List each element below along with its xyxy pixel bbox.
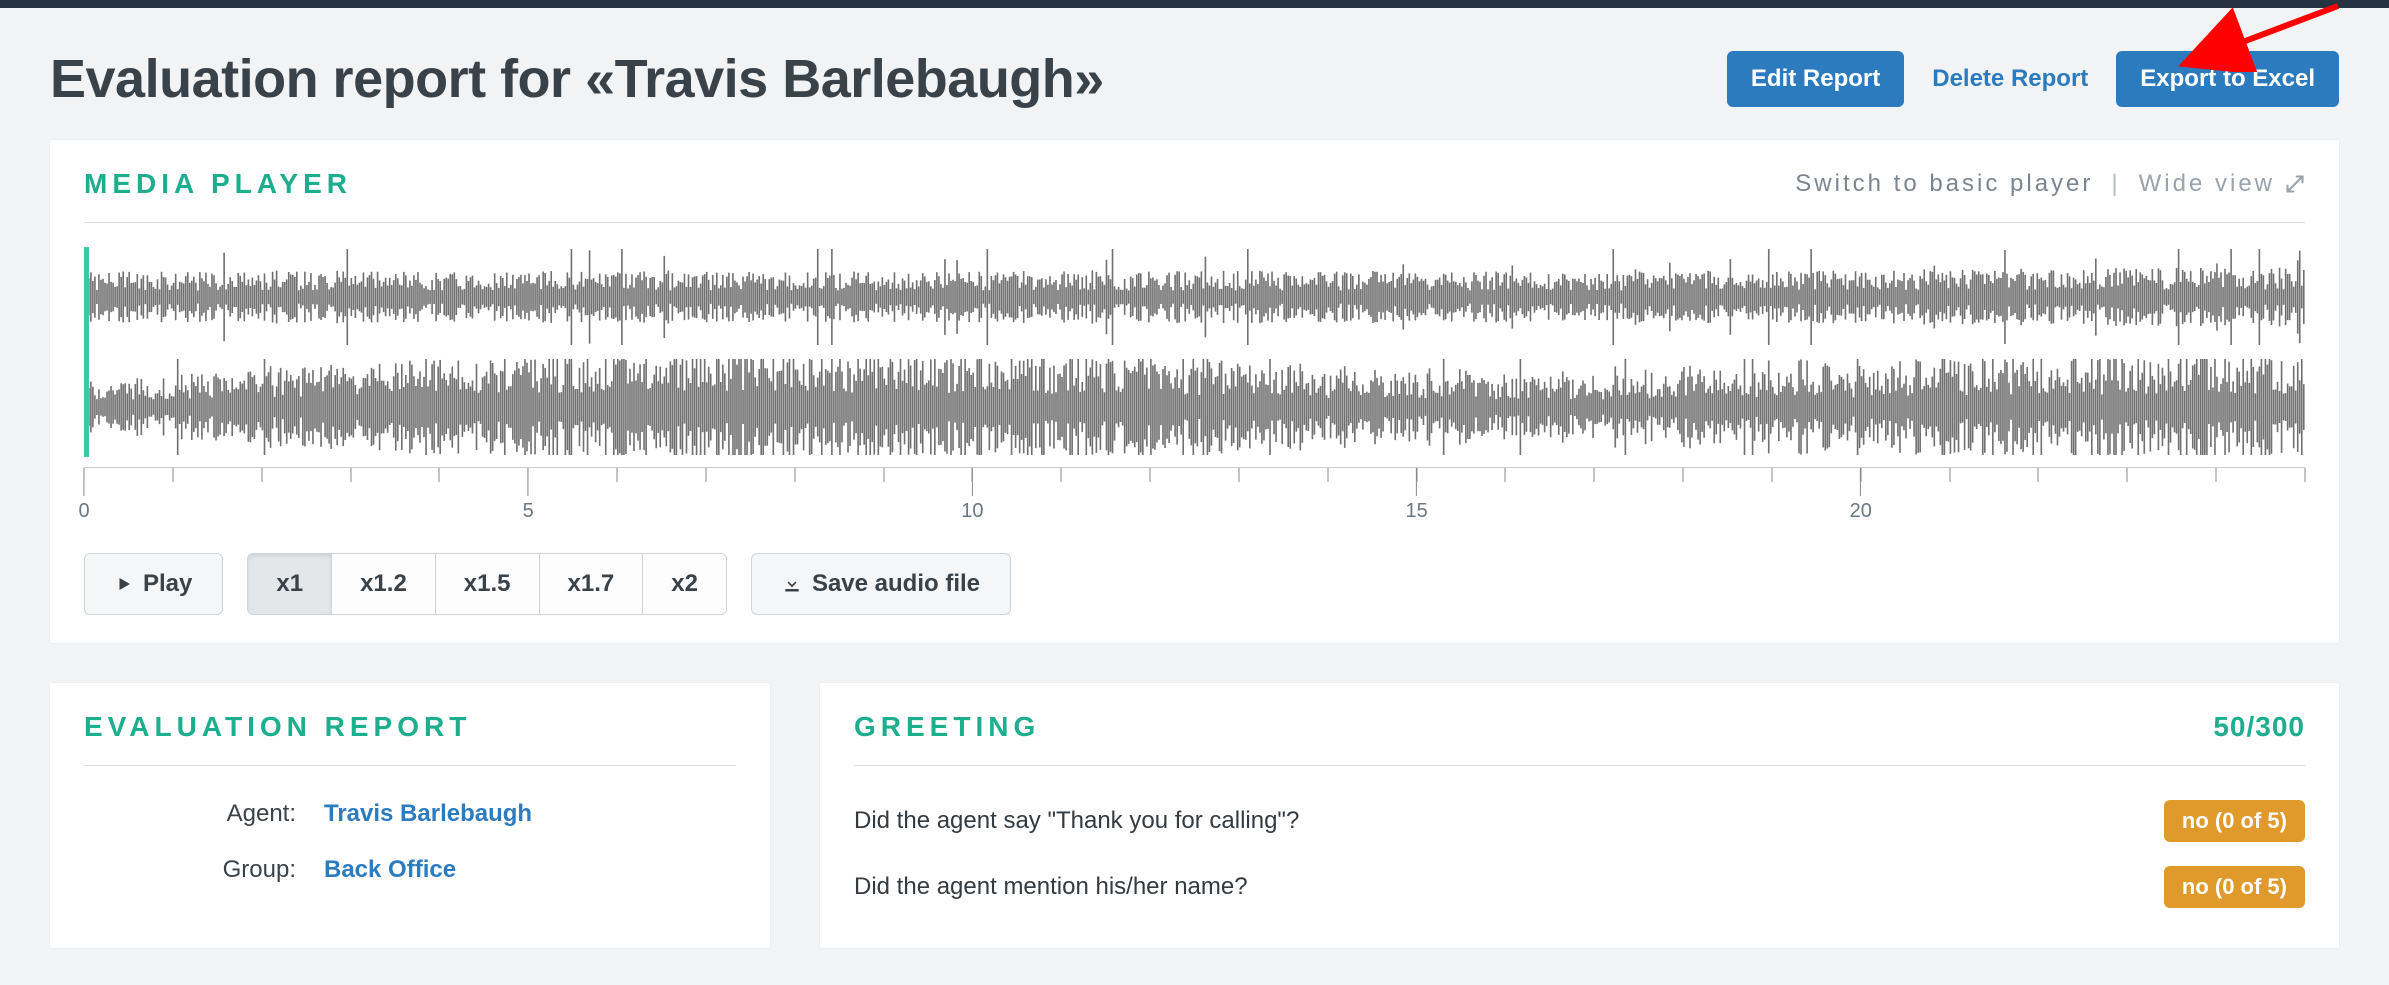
timeline-tick-minor (261, 468, 262, 486)
info-label: Group: (84, 856, 324, 884)
evaluation-report-title: EVALUATION REPORT (84, 711, 471, 743)
greeting-title: GREETING (854, 711, 1040, 743)
media-player-panel: MEDIA PLAYER Switch to basic player | Wi… (50, 140, 2339, 643)
timeline-tick-minor (1594, 468, 1595, 486)
timeline-tick-minor (705, 468, 706, 486)
evaluation-report-panel: EVALUATION REPORT Agent:Travis Barlebaug… (50, 683, 770, 948)
export-excel-button[interactable]: Export to Excel (2116, 51, 2339, 107)
evaluation-report-header: EVALUATION REPORT (84, 711, 736, 766)
timeline-tick-minor (1505, 468, 1506, 486)
timeline-tick-minor (883, 468, 884, 486)
answer-chip[interactable]: no (0 of 5) (2164, 800, 2305, 842)
timeline-tick-minor (1061, 468, 1062, 486)
edit-report-button[interactable]: Edit Report (1727, 51, 1904, 107)
wide-view-link[interactable]: Wide view (2139, 170, 2305, 198)
top-accent-bar (0, 0, 2389, 8)
save-audio-button[interactable]: Save audio file (751, 553, 1011, 615)
timeline-tick-major: 20 (1850, 468, 1872, 523)
speed-button-x1-2[interactable]: x1.2 (332, 554, 436, 614)
expand-icon (2285, 174, 2305, 194)
info-value-link[interactable]: Travis Barlebaugh (324, 800, 532, 827)
timeline-tick-major: 5 (523, 468, 534, 523)
link-separator: | (2111, 170, 2120, 198)
timeline-tick-minor (1150, 468, 1151, 486)
timeline-tick-minor (2216, 468, 2217, 486)
timeline-tick-minor (172, 468, 173, 486)
timeline-tick-minor (439, 468, 440, 486)
waveform-track-2[interactable] (84, 357, 2305, 457)
question-text: Did the agent say "Thank you for calling… (854, 807, 1299, 835)
timeline-tick-label: 5 (523, 500, 534, 522)
question-row: Did the agent mention his/her name? no (0… (854, 854, 2305, 920)
playback-speed-group: x1x1.2x1.5x1.7x2 (247, 553, 727, 615)
timeline-tick-minor (350, 468, 351, 486)
download-icon (782, 574, 802, 594)
media-player-view-links: Switch to basic player | Wide view (1795, 170, 2305, 198)
timeline-tick-minor (2127, 468, 2128, 486)
page-content: Evaluation report for «Travis Barlebaugh… (0, 8, 2389, 968)
greeting-score: 50/300 (2213, 711, 2305, 743)
switch-basic-player-link[interactable]: Switch to basic player (1795, 170, 2093, 198)
delete-report-button[interactable]: Delete Report (1928, 51, 2092, 107)
timeline-tick-minor (2038, 468, 2039, 486)
greeting-panel: GREETING 50/300 Did the agent say "Thank… (820, 683, 2339, 948)
page-header: Evaluation report for «Travis Barlebaugh… (50, 48, 2339, 110)
timeline-tick-minor (1771, 468, 1772, 486)
question-row: Did the agent say "Thank you for calling… (854, 788, 2305, 854)
info-value: Back Office (324, 856, 736, 884)
timeline-tick-minor (794, 468, 795, 486)
lower-panels-row: EVALUATION REPORT Agent:Travis Barlebaug… (50, 683, 2339, 948)
answer-chip[interactable]: no (0 of 5) (2164, 866, 2305, 908)
waveform-timeline[interactable]: 05101520 (84, 467, 2305, 517)
page-title: Evaluation report for «Travis Barlebaugh… (50, 48, 1104, 110)
save-audio-label: Save audio file (812, 570, 980, 598)
waveform-area[interactable]: 05101520 (84, 247, 2305, 517)
wide-view-label: Wide view (2139, 170, 2275, 198)
timeline-tick-minor (1949, 468, 1950, 486)
info-value-link[interactable]: Back Office (324, 856, 456, 883)
timeline-tick-major: 0 (78, 468, 89, 523)
play-label: Play (143, 570, 192, 598)
media-player-header: MEDIA PLAYER Switch to basic player | Wi… (84, 168, 2305, 223)
info-value: Travis Barlebaugh (324, 800, 736, 828)
speed-button-x1-7[interactable]: x1.7 (540, 554, 644, 614)
timeline-tick-minor (1683, 468, 1684, 486)
media-player-title: MEDIA PLAYER (84, 168, 352, 200)
timeline-tick-major: 10 (961, 468, 983, 523)
timeline-tick-minor (617, 468, 618, 486)
info-label: Agent: (84, 800, 324, 828)
question-text: Did the agent mention his/her name? (854, 873, 1248, 901)
timeline-tick-major: 15 (1405, 468, 1427, 523)
greeting-question-list: Did the agent say "Thank you for calling… (854, 788, 2305, 920)
timeline-tick-label: 10 (961, 500, 983, 522)
timeline-tick-label: 15 (1405, 500, 1427, 522)
play-icon (115, 575, 133, 593)
timeline-tick-minor (1327, 468, 1328, 486)
play-button[interactable]: Play (84, 553, 223, 615)
speed-button-x2[interactable]: x2 (643, 554, 726, 614)
evaluation-info-grid: Agent:Travis Barlebaugh Group:Back Office (84, 788, 736, 884)
greeting-header: GREETING 50/300 (854, 711, 2305, 766)
timeline-tick-label: 0 (78, 500, 89, 522)
timeline-tick-minor (1238, 468, 1239, 486)
timeline-tick-minor (2305, 468, 2306, 486)
header-actions: Edit Report Delete Report Export to Exce… (1727, 51, 2339, 107)
player-controls: Play x1x1.2x1.5x1.7x2 Save audio file (84, 553, 2305, 615)
speed-button-x1-5[interactable]: x1.5 (436, 554, 540, 614)
speed-button-x1[interactable]: x1 (248, 554, 332, 614)
waveform-track-1[interactable] (84, 247, 2305, 347)
timeline-tick-label: 20 (1850, 500, 1872, 522)
playhead-marker[interactable] (84, 247, 89, 457)
